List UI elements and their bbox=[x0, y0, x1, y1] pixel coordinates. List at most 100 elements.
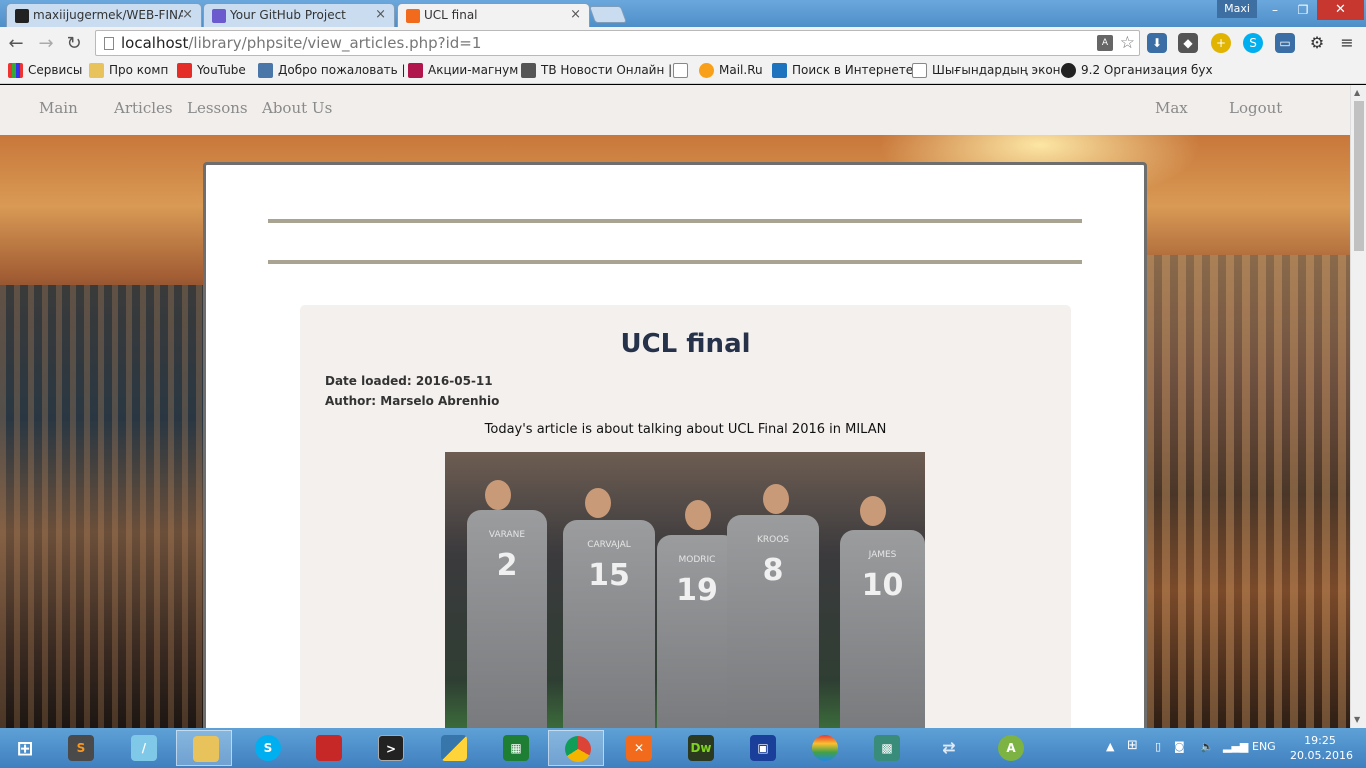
bookmark-mailru[interactable]: Mail.Ru bbox=[699, 63, 763, 78]
dreamweaver-icon: Dw bbox=[688, 735, 714, 761]
taskbar-python[interactable] bbox=[425, 730, 481, 766]
url-text[interactable]: localhost/library/phpsite/view_articles.… bbox=[121, 34, 481, 52]
scrollbar-thumb[interactable] bbox=[1354, 101, 1364, 251]
taskbar-arrows[interactable]: ⇄ bbox=[920, 730, 976, 766]
settings-gear-icon[interactable]: ⚙ bbox=[1307, 33, 1327, 53]
taskbar-android-studio[interactable]: A bbox=[982, 730, 1038, 766]
download-extension-icon[interactable]: ⬇ bbox=[1147, 33, 1167, 53]
signal-icon[interactable]: ▂▄▆ bbox=[1223, 740, 1248, 753]
taskbar-sublime[interactable]: S bbox=[52, 730, 108, 766]
translate-icon[interactable]: A bbox=[1097, 35, 1113, 51]
close-icon[interactable]: × bbox=[570, 7, 581, 22]
bookmark-search[interactable]: Поиск в Интернете bbox=[772, 63, 913, 78]
tab-ucl-final[interactable]: UCL final × bbox=[397, 3, 590, 27]
scroll-down-arrow-icon[interactable]: ▼ bbox=[1354, 715, 1360, 724]
window-user-badge[interactable]: Maxi bbox=[1217, 0, 1257, 18]
screen-capture-icon[interactable]: ▭ bbox=[1275, 33, 1295, 53]
bookmark-accounting[interactable]: 9.2 Организация бух bbox=[1061, 63, 1213, 78]
project-icon bbox=[212, 9, 226, 23]
article-author: Author: Marselo Abrenhio bbox=[325, 394, 500, 408]
minimize-button[interactable]: – bbox=[1262, 0, 1288, 20]
taskbar-terminal[interactable]: > bbox=[362, 730, 418, 766]
bookmark-star-icon[interactable]: ☆ bbox=[1120, 33, 1135, 53]
coin-extension-icon[interactable]: + bbox=[1211, 33, 1231, 53]
skype-extension-icon[interactable]: S bbox=[1243, 33, 1263, 53]
taskbar-skype[interactable]: S bbox=[239, 730, 295, 766]
terminal-icon: > bbox=[378, 735, 404, 761]
tab-label: maxiijugermek/WEB-FINA bbox=[33, 8, 183, 22]
content-panel: UCL final Date loaded: 2016-05-11 Author… bbox=[203, 162, 1147, 728]
folder-icon bbox=[193, 736, 219, 762]
taskbar-network-tool[interactable]: ▩ bbox=[858, 730, 914, 766]
extension-icon[interactable]: ◆ bbox=[1178, 33, 1198, 53]
nav-user-link[interactable]: Max bbox=[1155, 99, 1188, 117]
taskbar-xampp[interactable]: ✕ bbox=[610, 730, 666, 766]
bookmark-magnum[interactable]: Акции-магнум bbox=[408, 63, 518, 78]
skype-icon: S bbox=[255, 735, 281, 761]
nav-about-link[interactable]: About Us bbox=[262, 99, 332, 117]
start-button[interactable]: ⊞ bbox=[0, 730, 50, 766]
search-icon bbox=[772, 63, 787, 78]
page-scrollbar[interactable]: ▲ ▼ bbox=[1350, 85, 1366, 728]
system-clock[interactable]: 19:25 20.05.2016 bbox=[1290, 733, 1353, 763]
bookmark-services[interactable]: Сервисы bbox=[8, 63, 82, 78]
window-close-button[interactable]: ✕ bbox=[1317, 0, 1364, 20]
tab-label: Your GitHub Project bbox=[230, 8, 346, 22]
chrome-icon bbox=[565, 736, 591, 762]
colorful-ball-icon bbox=[812, 735, 838, 761]
tab-github-project[interactable]: Your GitHub Project × bbox=[203, 3, 395, 27]
bookmark-folder[interactable]: Про комп bbox=[89, 63, 168, 78]
close-icon[interactable]: × bbox=[182, 7, 193, 22]
player-head bbox=[763, 484, 789, 514]
battery-icon[interactable]: ▯ bbox=[1155, 740, 1161, 753]
tab-github-repo[interactable]: maxiijugermek/WEB-FINA × bbox=[6, 3, 202, 27]
player-head bbox=[860, 496, 886, 526]
web-page: Main Articles Lessons About Us Max Logou… bbox=[0, 85, 1350, 728]
xampp-icon: ✕ bbox=[626, 735, 652, 761]
folder-icon bbox=[89, 63, 104, 78]
forward-button[interactable]: → bbox=[36, 33, 56, 54]
taskbar-calculator[interactable]: ▦ bbox=[487, 730, 543, 766]
maximize-button[interactable]: ❐ bbox=[1290, 0, 1316, 20]
taskbar-ball[interactable] bbox=[796, 730, 852, 766]
reload-button[interactable]: ↻ bbox=[64, 33, 84, 54]
clock-date: 20.05.2016 bbox=[1290, 749, 1353, 762]
address-bar[interactable]: localhost/library/phpsite/view_articles.… bbox=[95, 30, 1140, 56]
vk-icon bbox=[258, 63, 273, 78]
bookmark-economics[interactable]: Шығындардың эконо bbox=[912, 63, 1068, 78]
close-icon[interactable]: × bbox=[375, 7, 386, 22]
volume-icon[interactable]: 🔈 bbox=[1200, 740, 1214, 753]
windows-taskbar: ⊞ S / S > ▦ ✕ Dw ▣ ▩ ⇄ A ▲ ⊞ ▯ ◙ 🔈 ▂▄▆ E… bbox=[0, 728, 1366, 768]
taskbar-explorer[interactable] bbox=[176, 730, 232, 766]
back-button[interactable]: ← bbox=[6, 33, 26, 54]
bookmark-tv-news[interactable]: ТВ Новости Онлайн | bbox=[521, 63, 672, 78]
scroll-up-arrow-icon[interactable]: ▲ bbox=[1354, 88, 1360, 97]
player-head bbox=[585, 488, 611, 518]
language-indicator[interactable]: ENG bbox=[1252, 740, 1276, 753]
player-figure: VARANE 2 bbox=[467, 510, 547, 728]
xampp-icon bbox=[406, 9, 420, 23]
tv-icon bbox=[521, 63, 536, 78]
nav-logout-link[interactable]: Logout bbox=[1229, 99, 1282, 117]
windows-logo-icon: ⊞ bbox=[16, 736, 34, 760]
article-title: UCL final bbox=[620, 329, 751, 359]
taskbar-save[interactable]: ▣ bbox=[734, 730, 790, 766]
page-icon bbox=[912, 63, 927, 78]
arrows-icon: ⇄ bbox=[942, 738, 956, 757]
taskbar-chrome[interactable] bbox=[548, 730, 604, 766]
tray-expand-icon[interactable]: ▲ bbox=[1106, 740, 1114, 753]
nvidia-icon[interactable]: ◙ bbox=[1174, 740, 1185, 753]
nav-lessons-link[interactable]: Lessons bbox=[187, 99, 248, 117]
bookmark-youtube[interactable]: YouTube bbox=[177, 63, 246, 78]
nav-main-link[interactable]: Main bbox=[39, 99, 78, 117]
taskbar-notepad[interactable]: / bbox=[115, 730, 171, 766]
network-tool-icon: ▩ bbox=[874, 735, 900, 761]
new-tab-button[interactable] bbox=[588, 6, 628, 23]
player-figure: KROOS 8 bbox=[727, 515, 819, 728]
menu-icon[interactable]: ≡ bbox=[1337, 33, 1357, 53]
taskbar-book[interactable] bbox=[300, 730, 356, 766]
taskbar-dreamweaver[interactable]: Dw bbox=[672, 730, 728, 766]
nav-articles-link[interactable]: Articles bbox=[114, 99, 173, 117]
bookmark-vk[interactable]: Добро пожаловать | bbox=[258, 63, 406, 78]
action-center-icon[interactable]: ⊞ bbox=[1127, 738, 1138, 753]
